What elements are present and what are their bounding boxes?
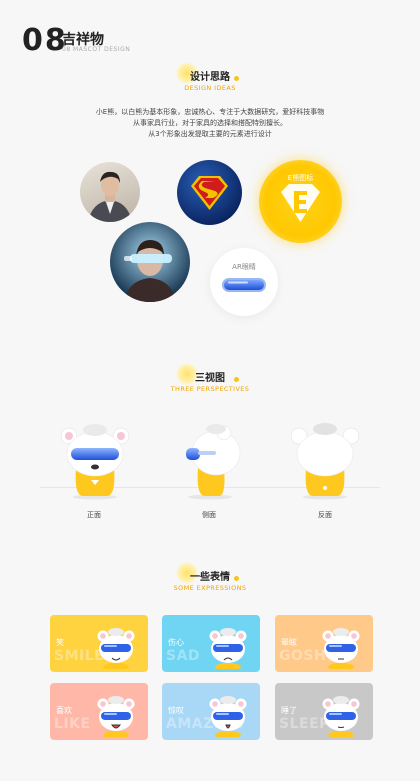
expression-card: LIKE 喜欢 (50, 683, 148, 740)
expression-card: AMAZING 惊叹 (162, 683, 260, 740)
bear-side-view (186, 424, 241, 500)
ar-glasses-circle: AR眼睛 (210, 248, 278, 316)
bear-front-view (60, 424, 130, 500)
section-number: 08 (22, 23, 68, 58)
page-header: 08 吉祥物 08 MASCOT DESIGN (22, 26, 222, 56)
expression-card: SAD 伤心 (162, 615, 260, 672)
bear-expression-icon (209, 696, 247, 737)
expression-label: 伤心 (168, 638, 184, 647)
three-views-illustration (60, 423, 360, 500)
expression-card: SMILE 笑 (50, 615, 148, 672)
bear-expression-icon (209, 628, 247, 669)
expression-card: GOSH 晕眩 (275, 615, 373, 672)
bear-expression-icon (322, 628, 360, 669)
design-section-title: 设计思路 DESIGN IDEAS (0, 62, 420, 92)
expression-label: 喜欢 (56, 706, 72, 715)
expressions-section-title: 一些表情 SOME EXPRESSIONS (0, 562, 420, 592)
view-label-front: 正面 (87, 511, 101, 519)
bear-expression-icon (97, 696, 135, 737)
superman-emblem (177, 160, 242, 225)
expression-label: 睡了 (281, 706, 297, 715)
bear-back-view (290, 423, 360, 500)
expression-english-label: SAD (166, 648, 201, 664)
expression-label: 笑 (56, 638, 64, 647)
bear-expression-icon (322, 696, 360, 737)
view-label-back: 反面 (318, 511, 332, 519)
reference-photo-ar-woman (110, 222, 190, 302)
page-subtitle: 08 MASCOT DESIGN (62, 46, 131, 53)
bear-expression-icon (97, 628, 135, 669)
e-bear-logo-circle: E熊图标 (259, 160, 342, 243)
views-section-title: 三视图 THREE PERSPECTIVES (0, 363, 420, 393)
expression-english-label: LIKE (54, 716, 91, 732)
e-bear-icon (281, 184, 320, 222)
ar-glasses-icon (222, 278, 266, 292)
reference-photo-man (80, 162, 140, 222)
expression-label: 惊叹 (168, 706, 184, 715)
expression-label: 晕眩 (281, 638, 297, 647)
view-label-side: 侧面 (202, 511, 216, 519)
expression-card: SLEEP 睡了 (275, 683, 373, 740)
design-description: 小E熊，以白熊为基本形象，忠诚热心、专注于大数据研究，爱好科技事物 从事家具行业… (95, 108, 325, 138)
